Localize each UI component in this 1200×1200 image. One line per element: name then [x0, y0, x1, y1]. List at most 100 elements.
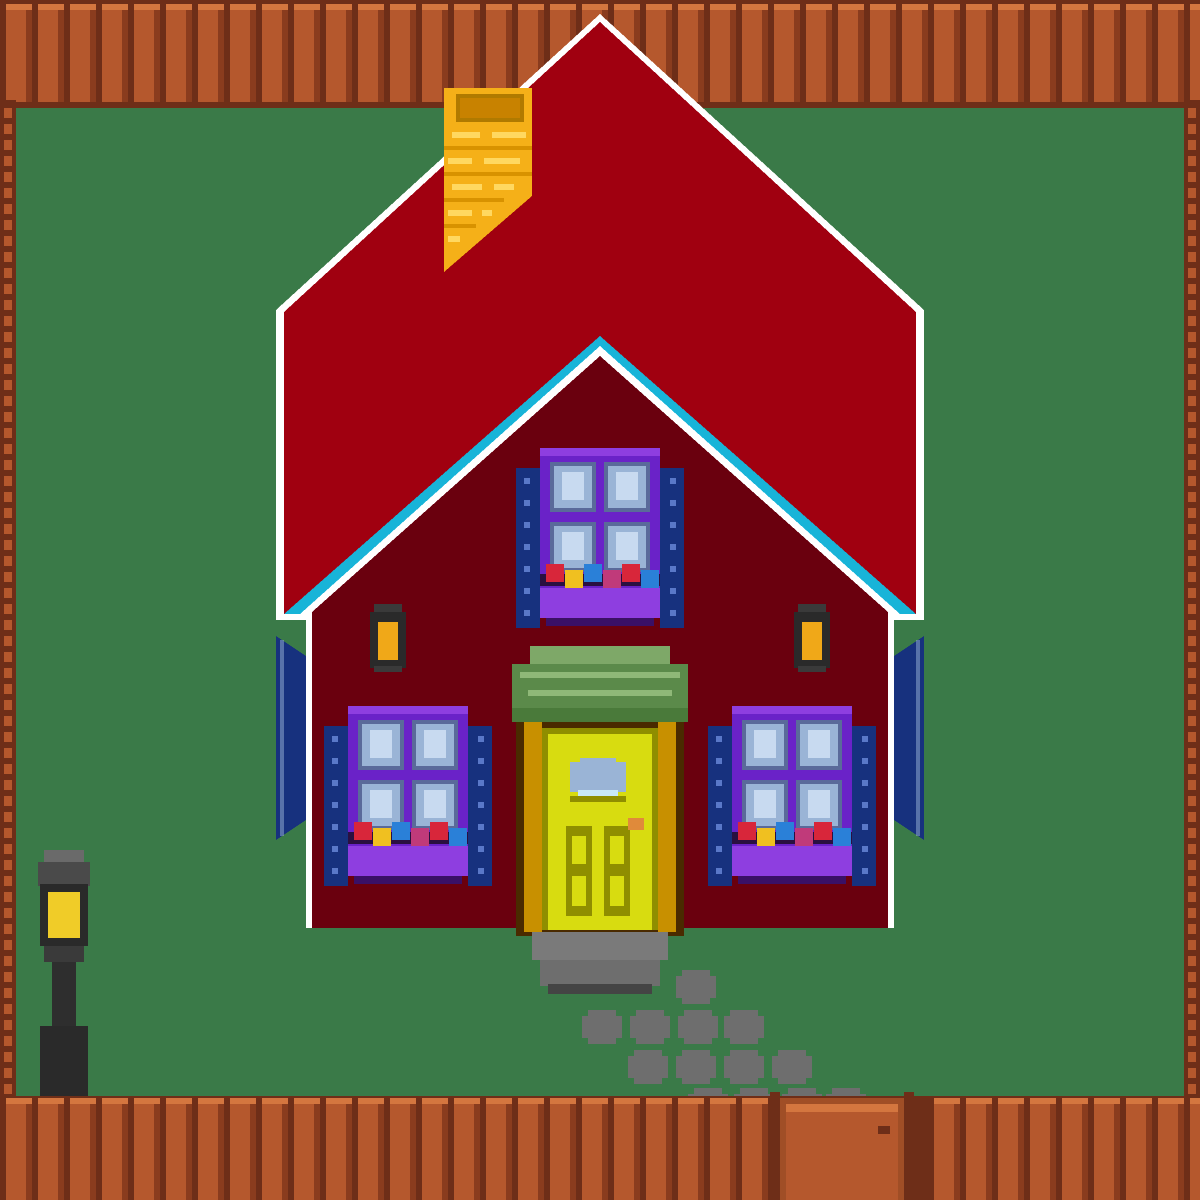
- farmhouse-scene: [0, 0, 1200, 1200]
- fence-post: [390, 1098, 416, 1200]
- fence-post: [998, 4, 1024, 102]
- outer-shutter-left: [276, 636, 306, 840]
- stone-icon: [724, 1010, 764, 1044]
- upper-window[interactable]: [516, 448, 684, 628]
- fence-post: [70, 1098, 96, 1200]
- stone-icon: [678, 1010, 718, 1044]
- flower-box: [348, 846, 468, 876]
- flower-icon: [373, 828, 391, 846]
- fence-post: [934, 4, 960, 102]
- fence-post: [998, 1098, 1024, 1200]
- flower-icon: [833, 828, 851, 846]
- fence-post: [134, 4, 160, 102]
- fence-post: [70, 4, 96, 102]
- right-window[interactable]: [708, 706, 876, 886]
- fence-post: [422, 4, 448, 102]
- fence-post: [294, 4, 320, 102]
- fence-post: [678, 1098, 704, 1200]
- fence-post: [550, 1098, 576, 1200]
- fence-post: [1094, 4, 1120, 102]
- flower-icon: [584, 564, 602, 582]
- fence-post: [646, 1098, 672, 1200]
- front-door[interactable]: [516, 722, 684, 936]
- fence-post: [870, 4, 896, 102]
- fence-post: [710, 4, 736, 102]
- flower-icon: [622, 564, 640, 582]
- left-fence: [0, 100, 16, 1100]
- fence-post: [102, 1098, 128, 1200]
- fence-post: [294, 1098, 320, 1200]
- fence-post: [422, 1098, 448, 1200]
- flower-icon: [738, 822, 756, 840]
- fence-post: [6, 1098, 32, 1200]
- fence-post: [1030, 4, 1056, 102]
- fence-post: [358, 1098, 384, 1200]
- fence-post: [742, 1098, 768, 1200]
- fence-post: [518, 1098, 544, 1200]
- fence-post: [326, 4, 352, 102]
- flower-icon: [354, 822, 372, 840]
- fence-post: [614, 1098, 640, 1200]
- fence-post: [262, 1098, 288, 1200]
- fence-post: [1158, 4, 1184, 102]
- fence-post: [358, 4, 384, 102]
- door-awning: [512, 646, 688, 722]
- fence-post: [1062, 1098, 1088, 1200]
- stone-icon: [582, 1010, 622, 1044]
- fence-post: [454, 4, 480, 102]
- stone-icon: [630, 1010, 670, 1044]
- right-fence: [1184, 100, 1200, 1100]
- fence-post: [774, 4, 800, 102]
- fence-post: [1094, 1098, 1120, 1200]
- fence-post: [1190, 4, 1200, 102]
- flower-icon: [641, 570, 659, 588]
- fence-post: [1030, 1098, 1056, 1200]
- fence-post: [166, 4, 192, 102]
- stone-icon: [676, 970, 716, 1004]
- fence-post: [902, 4, 928, 102]
- outer-shutter-right: [894, 636, 924, 840]
- fence-post: [262, 4, 288, 102]
- fence-post: [1158, 1098, 1184, 1200]
- flower-icon: [449, 828, 467, 846]
- flower-icon: [757, 828, 775, 846]
- fence-post: [582, 1098, 608, 1200]
- fence-post: [454, 1098, 480, 1200]
- yard-gate[interactable]: [770, 1092, 914, 1200]
- fence-post: [966, 4, 992, 102]
- fence-post: [38, 1098, 64, 1200]
- left-window[interactable]: [324, 706, 492, 886]
- fence-post: [678, 4, 704, 102]
- fence-post: [230, 4, 256, 102]
- fence-post: [1126, 1098, 1152, 1200]
- fence-post: [710, 1098, 736, 1200]
- flower-icon: [411, 828, 429, 846]
- fence-post: [6, 4, 32, 102]
- flower-icon: [546, 564, 564, 582]
- flower-icon: [795, 828, 813, 846]
- flower-icon: [776, 822, 794, 840]
- door-knob-icon[interactable]: [628, 818, 644, 830]
- fence-post: [806, 4, 832, 102]
- fence-post: [1062, 4, 1088, 102]
- fence-post: [166, 1098, 192, 1200]
- fence-post: [838, 4, 864, 102]
- stone-icon: [724, 1050, 764, 1084]
- wall-lantern-left: [370, 604, 406, 672]
- flower-icon: [814, 822, 832, 840]
- fence-post: [102, 4, 128, 102]
- fence-post: [486, 1098, 512, 1200]
- gate-latch-icon[interactable]: [878, 1126, 890, 1134]
- fence-post: [134, 1098, 160, 1200]
- fence-post: [934, 1098, 960, 1200]
- fence-post: [326, 1098, 352, 1200]
- fence-post: [486, 4, 512, 102]
- stone-icon: [772, 1050, 812, 1084]
- bottom-fence: [0, 1096, 1200, 1200]
- flower-icon: [430, 822, 448, 840]
- fence-post: [1190, 1098, 1200, 1200]
- flower-icon: [603, 570, 621, 588]
- fence-post: [198, 4, 224, 102]
- flower-box: [732, 846, 852, 876]
- fence-post: [1126, 4, 1152, 102]
